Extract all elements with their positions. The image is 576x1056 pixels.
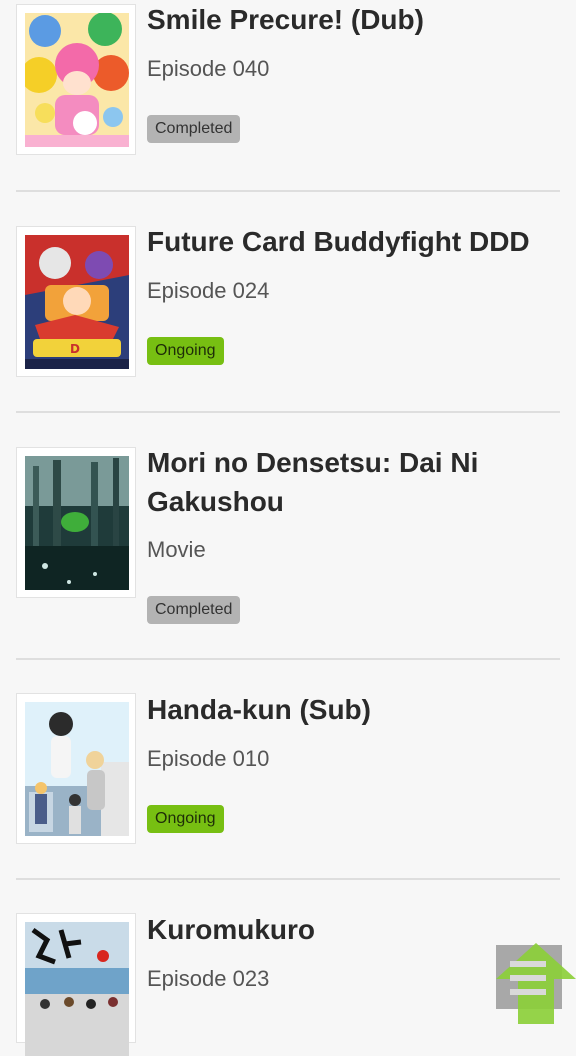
divider [16, 878, 560, 880]
cover-image [25, 702, 129, 836]
cover-image-frame[interactable] [16, 4, 136, 155]
cover-image [25, 13, 129, 147]
cover-image-frame[interactable] [16, 693, 136, 844]
cover-image [25, 922, 129, 1056]
arrow-up-icon [496, 943, 576, 1024]
anime-title[interactable]: Mori no Densetsu: Dai Ni Gakushou [147, 443, 557, 521]
anime-title[interactable]: Smile Precure! (Dub) [147, 0, 557, 39]
episode-label: Episode 024 [147, 278, 270, 303]
cover-image-frame[interactable]: D [16, 226, 136, 377]
anime-title[interactable]: Handa-kun (Sub) [147, 690, 557, 729]
episode-label: Episode 040 [147, 56, 270, 81]
anime-title[interactable]: Future Card Buddyfight DDD [147, 222, 557, 261]
status-badge: Completed [147, 115, 241, 143]
divider [16, 658, 560, 660]
cover-image [25, 456, 129, 590]
status-badge: Ongoing [147, 337, 224, 365]
divider [16, 190, 560, 192]
scroll-to-top-button[interactable] [496, 943, 576, 1024]
status-badge: Ongoing [147, 805, 224, 833]
episode-label: Episode 023 [147, 966, 270, 991]
divider [16, 411, 560, 413]
cover-image-frame[interactable] [16, 447, 136, 598]
cover-image: D [25, 235, 129, 369]
status-badge: Completed [147, 596, 241, 624]
episode-label: Episode 010 [147, 746, 270, 771]
episode-label: Movie [147, 537, 206, 562]
svg-text:D: D [70, 342, 80, 356]
